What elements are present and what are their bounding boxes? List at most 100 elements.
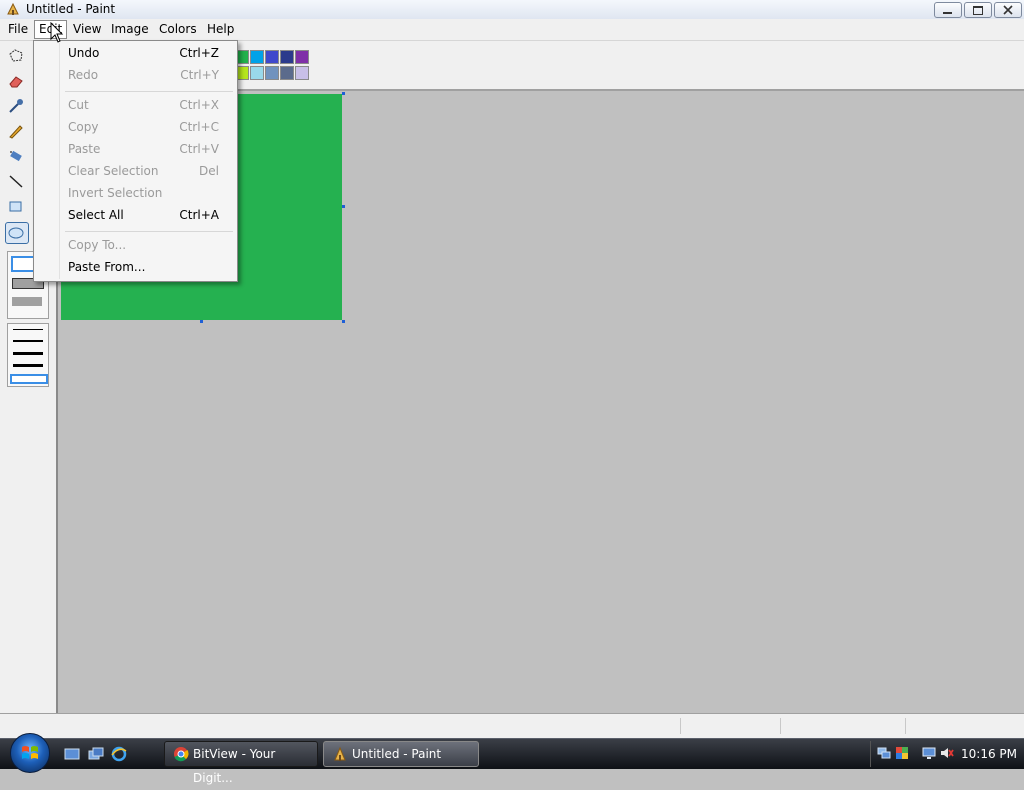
- edit-menu-dropdown: Undo Ctrl+Z Redo Ctrl+Y Cut Ctrl+X Copy …: [33, 40, 238, 282]
- menu-help[interactable]: Help: [203, 21, 238, 38]
- paint-icon: [332, 746, 348, 762]
- canvas-resize-handle[interactable]: [342, 92, 345, 95]
- window-title: Untitled - Paint: [26, 2, 116, 16]
- tray-divider: [870, 741, 871, 767]
- line-width-options: [7, 323, 49, 387]
- copy-label: Copy: [68, 120, 99, 134]
- paste-shortcut: Ctrl+V: [179, 142, 219, 156]
- ellipse-icon: [8, 227, 24, 239]
- paste-label: Paste: [68, 142, 101, 156]
- select-all-shortcut: Ctrl+A: [179, 208, 219, 222]
- free-form-select-icon: [9, 49, 23, 62]
- start-button[interactable]: [10, 733, 50, 773]
- chrome-icon: [173, 746, 189, 762]
- palette-swatch[interactable]: [265, 50, 279, 64]
- taskbar-button-bitview[interactable]: BitView - Your Digit...: [164, 741, 318, 785]
- paint-app-icon[interactable]: [6, 2, 20, 16]
- menu-item-copy[interactable]: Copy Ctrl+C: [35, 117, 236, 137]
- maximize-button[interactable]: [964, 2, 992, 18]
- eyedropper-icon: [9, 99, 23, 113]
- cut-shortcut: Ctrl+X: [179, 98, 219, 112]
- airbrush-icon: [10, 150, 22, 162]
- internet-explorer-icon[interactable]: [111, 746, 127, 762]
- canvas-resize-handle[interactable]: [342, 320, 345, 323]
- fill-only-option[interactable]: [12, 297, 42, 306]
- redo-shortcut: Ctrl+Y: [180, 68, 219, 82]
- line-icon: [9, 175, 23, 188]
- taskbar-button-label: Untitled - Paint: [352, 747, 442, 761]
- palette-swatch[interactable]: [280, 50, 294, 64]
- mouse-cursor-icon: [50, 22, 64, 43]
- palette-swatch[interactable]: [295, 50, 309, 64]
- pencil-tool[interactable]: [5, 121, 27, 141]
- clear-selection-label: Clear Selection: [68, 164, 159, 178]
- palette-swatch[interactable]: [295, 66, 309, 80]
- canvas-resize-handle[interactable]: [200, 320, 203, 323]
- rectangle-tool[interactable]: [5, 196, 27, 216]
- ellipse-tool[interactable]: [5, 222, 29, 244]
- line-width-4[interactable]: [13, 364, 43, 367]
- select-all-label: Select All: [68, 208, 124, 222]
- eyedropper-tool[interactable]: [5, 96, 27, 116]
- palette-swatch[interactable]: [280, 66, 294, 80]
- line-width-5-selected[interactable]: [10, 374, 48, 384]
- status-bar: [0, 713, 1024, 739]
- paste-from-label: Paste From...: [68, 260, 146, 274]
- clear-selection-shortcut: Del: [199, 164, 219, 178]
- volume-muted-icon[interactable]: [940, 746, 954, 760]
- menu-item-undo[interactable]: Undo Ctrl+Z: [35, 43, 236, 63]
- free-form-select-tool[interactable]: [5, 46, 27, 66]
- pencil-icon: [9, 125, 23, 139]
- close-button[interactable]: [994, 2, 1022, 18]
- menu-image[interactable]: Image: [107, 21, 153, 38]
- rectangle-icon: [9, 201, 22, 212]
- close-icon: [1003, 5, 1013, 15]
- menu-item-clear-selection[interactable]: Clear Selection Del: [35, 161, 236, 181]
- palette-swatch[interactable]: [250, 66, 264, 80]
- invert-selection-label: Invert Selection: [68, 186, 163, 200]
- cut-label: Cut: [68, 98, 89, 112]
- minimize-button[interactable]: [934, 2, 962, 18]
- line-width-3[interactable]: [13, 352, 43, 355]
- menu-file[interactable]: File: [4, 21, 32, 38]
- menu-bar: File Edit View Image Colors Help: [0, 19, 1024, 41]
- menu-view[interactable]: View: [69, 21, 105, 38]
- eraser-tool[interactable]: [5, 71, 27, 91]
- security-icon[interactable]: [895, 746, 909, 760]
- show-desktop-icon[interactable]: [64, 746, 80, 762]
- eraser-icon: [9, 76, 23, 88]
- menu-colors[interactable]: Colors: [155, 21, 201, 38]
- copy-to-label: Copy To...: [68, 238, 127, 252]
- redo-label: Redo: [68, 68, 99, 82]
- menu-item-select-all[interactable]: Select All Ctrl+A: [35, 205, 236, 225]
- taskbar: BitView - Your Digit... Untitled - Paint…: [0, 733, 1024, 785]
- palette-swatch[interactable]: [250, 50, 264, 64]
- menu-item-redo[interactable]: Redo Ctrl+Y: [35, 65, 236, 85]
- menu-item-copy-to[interactable]: Copy To...: [35, 235, 236, 255]
- menu-item-paste[interactable]: Paste Ctrl+V: [35, 139, 236, 159]
- status-position: [680, 718, 781, 734]
- status-extra: [905, 718, 1021, 734]
- taskbar-button-paint[interactable]: Untitled - Paint: [323, 741, 479, 767]
- status-size: [780, 718, 906, 734]
- undo-shortcut: Ctrl+Z: [179, 46, 219, 60]
- menu-separator: [65, 91, 233, 92]
- taskbar-button-label: BitView - Your Digit...: [193, 747, 276, 785]
- network-icon[interactable]: [877, 746, 891, 760]
- display-icon[interactable]: [922, 746, 936, 760]
- canvas-resize-handle[interactable]: [342, 205, 345, 208]
- title-bar: Untitled - Paint: [0, 0, 1024, 20]
- airbrush-tool[interactable]: [5, 146, 27, 166]
- windows-logo-icon: [22, 746, 38, 759]
- line-width-1[interactable]: [13, 329, 43, 330]
- system-clock[interactable]: 10:16 PM: [961, 739, 1017, 769]
- line-tool[interactable]: [5, 171, 27, 191]
- undo-label: Undo: [68, 46, 100, 60]
- palette-swatch[interactable]: [265, 66, 279, 80]
- menu-item-invert-selection[interactable]: Invert Selection: [35, 183, 236, 203]
- line-width-2[interactable]: [13, 340, 43, 342]
- menu-separator: [65, 231, 233, 232]
- menu-item-paste-from[interactable]: Paste From...: [35, 257, 236, 277]
- switch-windows-icon[interactable]: [88, 746, 104, 762]
- menu-item-cut[interactable]: Cut Ctrl+X: [35, 95, 236, 115]
